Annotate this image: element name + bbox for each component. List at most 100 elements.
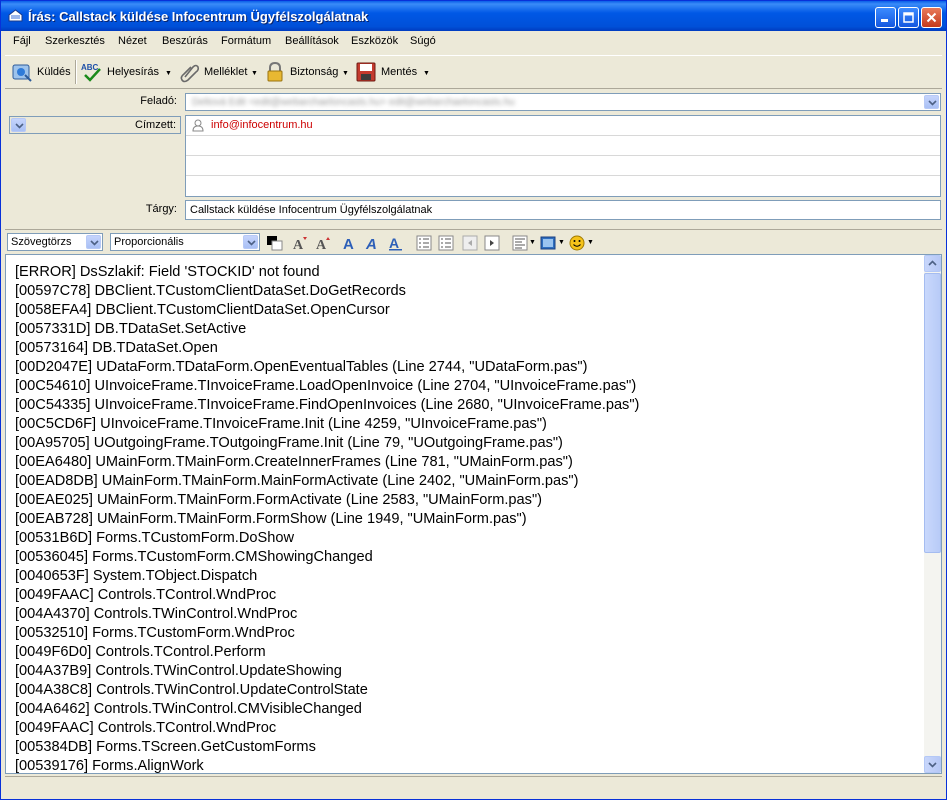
scroll-down-button[interactable] — [924, 756, 941, 773]
body-line: [00C5CD6F] UInvoiceFrame.TInvoiceFrame.I… — [15, 416, 547, 432]
menu-file[interactable]: Fájl — [13, 35, 31, 47]
indent-icon — [484, 235, 500, 251]
subject-input[interactable]: Callstack küldése Infocentrum Ügyfélszol… — [185, 200, 941, 220]
body-line: [00EA6480] UMainForm.TMainForm.CreateInn… — [15, 454, 573, 470]
minimize-button[interactable] — [875, 7, 896, 28]
menu-format[interactable]: Formátum — [221, 35, 271, 47]
body-line: [0049F6D0] Controls.TControl.Perform — [15, 644, 266, 660]
spelling-label: Helyesírás — [107, 66, 159, 78]
spellcheck-icon: ABC — [81, 63, 101, 82]
align-dropdown-icon[interactable]: ▼ — [529, 239, 536, 246]
body-line: [00EAE025] UMainForm.TMainForm.FormActiv… — [15, 492, 542, 508]
attach-dropdown-icon[interactable]: ▼ — [251, 70, 258, 77]
bullet-list-button[interactable] — [415, 234, 433, 252]
body-line: [0049FAAC] Controls.TControl.WndProc — [15, 720, 277, 736]
align-button[interactable] — [511, 234, 529, 252]
recipient-address[interactable]: info@infocentrum.hu — [211, 119, 313, 131]
status-bar — [5, 776, 942, 798]
spelling-dropdown-icon[interactable]: ▼ — [165, 70, 172, 77]
font-larger-button[interactable]: A — [314, 234, 332, 252]
numbered-list-icon — [438, 235, 454, 251]
numbered-list-button[interactable] — [437, 234, 455, 252]
indent-button[interactable] — [483, 234, 501, 252]
insert-image-button[interactable] — [539, 234, 557, 252]
security-dropdown-icon[interactable]: ▼ — [342, 70, 349, 77]
menu-bar: Fájl Szerkesztés Nézet Beszúrás Formátum… — [5, 31, 942, 51]
paragraph-style-dropdown-button[interactable] — [86, 235, 101, 249]
chevron-down-icon — [90, 240, 99, 246]
save-button[interactable]: Mentés — [355, 59, 417, 85]
body-line: [0040653F] System.TObject.Dispatch — [15, 568, 258, 584]
body-line: [004A4370] Controls.TWinControl.WndProc — [15, 606, 298, 622]
body-line: [004A6462] Controls.TWinControl.CMVisibl… — [15, 701, 362, 717]
recipient-type-select[interactable]: Címzett: — [9, 116, 181, 134]
recipient-type-dropdown-button[interactable] — [11, 118, 26, 132]
body-line: [00C54610] UInvoiceFrame.TInvoiceFrame.L… — [15, 378, 637, 394]
recipient-row[interactable] — [186, 156, 940, 176]
attach-button[interactable]: Melléklet — [178, 59, 247, 85]
message-body-editor[interactable]: [ERROR] DsSzlakif: Field 'STOCKID' not f… — [5, 254, 942, 774]
paragraph-style-select[interactable]: Szövegtörzs — [7, 233, 103, 251]
font-dropdown-button[interactable] — [243, 235, 258, 249]
scroll-up-button[interactable] — [924, 255, 941, 272]
font-select[interactable]: Proporcionális — [110, 233, 260, 251]
menu-view[interactable]: Nézet — [118, 35, 147, 47]
bold-icon: A — [343, 236, 354, 252]
text-color-button[interactable] — [266, 234, 284, 252]
maximize-button[interactable] — [898, 7, 919, 28]
underline-icon: A — [389, 235, 402, 251]
bold-button[interactable]: A — [341, 234, 359, 252]
floppy-disk-icon — [356, 62, 376, 82]
title-bar[interactable]: Írás: Callstack küldése Infocentrum Ügyf… — [1, 1, 946, 31]
menu-edit[interactable]: Szerkesztés — [45, 35, 105, 47]
font-larger-icon: A — [316, 237, 330, 252]
font-smaller-button[interactable]: A — [291, 234, 309, 252]
format-toolbar: Szövegtörzs Proporcionális A A A A A ▼ ▼… — [5, 229, 942, 253]
spelling-button[interactable]: ABC Helyesírás — [81, 59, 159, 85]
recipient-type-value: Címzett: — [135, 119, 176, 131]
message-body-text[interactable]: [ERROR] DsSzlakif: Field 'STOCKID' not f… — [15, 263, 920, 773]
body-line: [0057331D] DB.TDataSet.SetActive — [15, 321, 247, 337]
save-label: Mentés — [381, 66, 418, 78]
save-dropdown-icon[interactable]: ▼ — [423, 70, 430, 77]
subject-value: Callstack küldése Infocentrum Ügyfélszol… — [190, 204, 433, 216]
maximize-icon — [903, 12, 914, 23]
menu-options[interactable]: Beállítások — [285, 35, 339, 47]
recipient-row[interactable] — [186, 136, 940, 156]
menu-insert[interactable]: Beszúrás — [162, 35, 208, 47]
vertical-scrollbar[interactable] — [924, 255, 941, 773]
security-label: Biztonság — [290, 66, 339, 78]
italic-button[interactable]: A — [364, 234, 382, 252]
from-dropdown-button[interactable] — [924, 95, 939, 109]
chevron-up-icon — [928, 260, 937, 266]
smiley-icon — [569, 235, 585, 251]
close-button[interactable] — [921, 7, 942, 28]
svg-text:ABC: ABC — [81, 63, 99, 72]
body-line: [00A95705] UOutgoingFrame.TOutgoingFrame… — [15, 435, 563, 451]
body-line: [ERROR] DsSzlakif: Field 'STOCKID' not f… — [15, 264, 320, 280]
body-line: [004A38C8] Controls.TWinControl.UpdateCo… — [15, 682, 368, 698]
send-label: Küldés — [37, 66, 71, 78]
security-button[interactable]: Biztonság — [264, 59, 338, 85]
from-select[interactable]: Deltová Edit <edit@webarchaeloncasts.hu>… — [185, 93, 941, 111]
lock-icon — [267, 61, 283, 82]
chevron-down-icon — [928, 100, 937, 106]
recipient-row[interactable]: info@infocentrum.hu — [186, 116, 940, 136]
send-button[interactable]: Küldés — [11, 59, 71, 85]
outdent-button[interactable] — [461, 234, 479, 252]
bullet-list-icon — [416, 235, 432, 251]
recipient-list[interactable]: info@infocentrum.hu — [185, 115, 941, 197]
body-line: [00532510] Forms.TCustomForm.WndProc — [15, 625, 295, 641]
insert-dropdown-icon[interactable]: ▼ — [558, 239, 565, 246]
body-line: [004A37B9] Controls.TWinControl.UpdateSh… — [15, 663, 342, 679]
toolbar-separator — [75, 60, 77, 84]
svg-text:A: A — [316, 238, 327, 252]
underline-button[interactable]: A — [387, 234, 405, 252]
scroll-thumb[interactable] — [924, 273, 941, 553]
smiley-dropdown-icon[interactable]: ▼ — [587, 239, 594, 246]
menu-help[interactable]: Súgó — [410, 35, 436, 47]
font-smaller-icon: A — [293, 237, 307, 252]
smiley-button[interactable] — [568, 234, 586, 252]
menu-tools[interactable]: Eszközök — [351, 35, 398, 47]
recipient-row[interactable] — [186, 176, 940, 196]
